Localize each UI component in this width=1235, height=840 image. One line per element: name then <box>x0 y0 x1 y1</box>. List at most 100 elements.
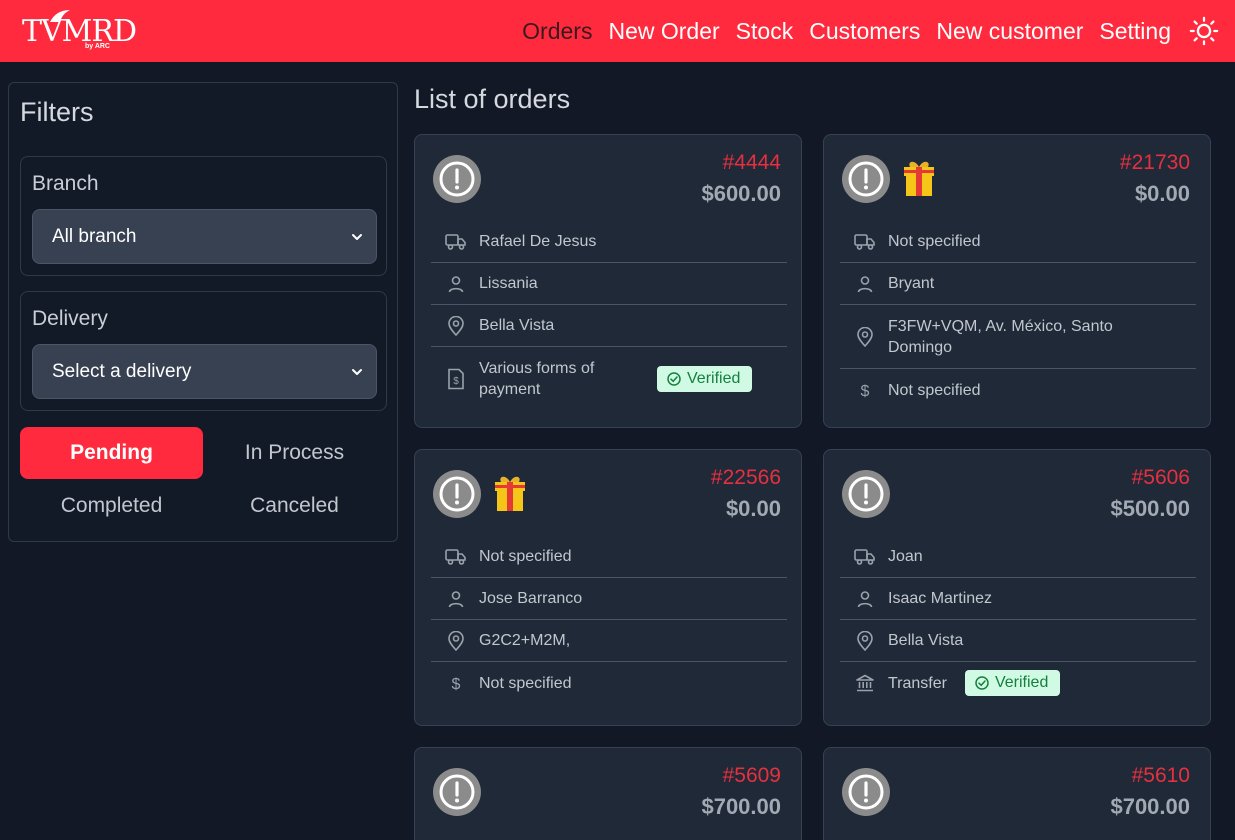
nav-new-customer[interactable]: New customer <box>936 18 1083 45</box>
order-total: $0.00 <box>1134 181 1190 206</box>
address-row: G2C2+M2M, <box>431 620 787 662</box>
order-card[interactable]: #21730 $0.00 Not specified Bryant F3FW+V… <box>823 134 1211 428</box>
svg-text:$: $ <box>453 376 459 387</box>
orders-list-title: List of orders <box>414 84 571 114</box>
location-pin-icon <box>445 630 467 652</box>
pending-status-icon <box>433 768 481 816</box>
address-row: Bella Vista <box>431 305 787 347</box>
order-card[interactable]: #22566 $0.00 Not specified Jose Barranco… <box>414 449 802 726</box>
invoice-icon: $ <box>445 368 467 390</box>
payment-row: Transfer Verified <box>840 662 1196 704</box>
truck-icon <box>445 231 467 253</box>
pending-status-icon <box>842 768 890 816</box>
location-pin-icon <box>854 326 876 348</box>
address-text: G2C2+M2M, <box>479 632 571 649</box>
order-total: $600.00 <box>701 181 781 206</box>
chevron-down-icon <box>352 369 362 375</box>
payment-row: $ Various forms of payment Verified <box>431 347 787 411</box>
svg-text:$: $ <box>452 676 461 692</box>
customer-row: Bryant <box>840 263 1196 305</box>
gift-icon <box>495 476 525 511</box>
nav-customers[interactable]: Customers <box>809 18 920 45</box>
user-icon <box>445 588 467 610</box>
address-row: F3FW+VQM, Av. México, Santo Domingo <box>840 305 1196 369</box>
customer-name: Isaac Martinez <box>888 590 993 607</box>
chevron-down-icon <box>352 234 362 240</box>
order-card[interactable]: #5610 $700.00 <box>823 747 1211 840</box>
order-card[interactable]: #4444 $600.00 Rafael De Jesus Lissania B… <box>414 134 802 428</box>
user-icon <box>445 273 467 295</box>
branch-filter: Branch All branch <box>20 156 387 276</box>
location-pin-icon <box>445 315 467 337</box>
bank-icon <box>854 672 876 694</box>
customer-name: Lissania <box>479 275 538 292</box>
address-text: F3FW+VQM, Av. México, Santo Domingo <box>888 317 1113 356</box>
filters-panel: Filters Branch All branch Delivery Selec… <box>8 82 398 542</box>
order-total: $0.00 <box>725 496 781 521</box>
logo-subtext: by ARC <box>84 43 110 50</box>
nav-orders[interactable]: Orders <box>522 18 592 45</box>
payment-method: Transfer <box>888 674 947 692</box>
delivery-label: Delivery <box>32 307 108 330</box>
order-number: #22566 <box>710 466 781 489</box>
pending-status-icon <box>433 470 481 518</box>
brand-logo[interactable]: TVMRD by ARC <box>22 8 137 54</box>
payment-method: Not specified <box>479 674 572 692</box>
order-total: $700.00 <box>1110 794 1190 819</box>
delivery-select-value: Select a delivery <box>52 360 192 382</box>
order-total: $500.00 <box>1110 496 1190 521</box>
tab-in-process[interactable]: In Process <box>203 427 386 479</box>
address-text: Bella Vista <box>479 317 555 334</box>
nav-new-order[interactable]: New Order <box>608 18 719 45</box>
order-total: $700.00 <box>701 794 781 819</box>
customer-name: Bryant <box>888 275 935 292</box>
delivery-name: Not specified <box>888 233 981 250</box>
customer-row: Jose Barranco <box>431 578 787 620</box>
bird-icon <box>50 10 70 22</box>
verified-text: Verified <box>687 370 741 387</box>
sun-icon[interactable] <box>1189 16 1219 46</box>
delivery-row: Joan <box>840 536 1196 578</box>
pending-status-icon <box>842 470 890 518</box>
branch-select[interactable]: All branch <box>32 209 377 264</box>
payment-row: $ Not specified <box>840 369 1196 411</box>
tab-canceled[interactable]: Canceled <box>203 480 386 532</box>
delivery-select[interactable]: Select a delivery <box>32 344 377 399</box>
delivery-name: Joan <box>888 548 923 565</box>
truck-icon <box>854 231 876 253</box>
order-number: #21730 <box>1119 151 1190 174</box>
nav-stock[interactable]: Stock <box>736 18 794 45</box>
svg-text:$: $ <box>861 383 870 399</box>
customer-row: Lissania <box>431 263 787 305</box>
order-number: #5609 <box>722 764 781 787</box>
tab-completed[interactable]: Completed <box>20 480 203 532</box>
payment-method: Various forms of payment <box>479 360 595 398</box>
branch-label: Branch <box>32 172 99 195</box>
dollar-icon: $ <box>445 672 467 694</box>
delivery-name: Rafael De Jesus <box>479 233 597 250</box>
delivery-row: Rafael De Jesus <box>431 221 787 263</box>
main-nav: Orders New Order Stock Customers New cus… <box>506 0 1219 62</box>
user-icon <box>854 588 876 610</box>
gift-icon <box>904 161 934 196</box>
check-circle-icon <box>667 372 681 386</box>
dollar-icon: $ <box>854 379 876 401</box>
branch-select-value: All branch <box>52 225 137 247</box>
user-icon <box>854 273 876 295</box>
verified-badge: Verified <box>964 670 1061 696</box>
order-card[interactable]: #5609 $700.00 <box>414 747 802 840</box>
tab-pending[interactable]: Pending <box>20 427 203 479</box>
order-number: #5606 <box>1131 466 1190 489</box>
delivery-filter: Delivery Select a delivery <box>20 291 387 411</box>
truck-icon <box>854 546 876 568</box>
truck-icon <box>445 546 467 568</box>
nav-setting[interactable]: Setting <box>1099 18 1171 45</box>
verified-text: Verified <box>994 674 1049 691</box>
pending-status-icon <box>433 155 481 203</box>
payment-method: Not specified <box>888 381 981 399</box>
payment-row: $ Not specified <box>431 662 787 704</box>
order-card[interactable]: #5606 $500.00 Joan Isaac Martinez Bella … <box>823 449 1211 726</box>
verified-badge: Verified <box>657 366 753 392</box>
order-number: #4444 <box>722 151 781 174</box>
logo-text: TVMRD <box>22 14 137 49</box>
